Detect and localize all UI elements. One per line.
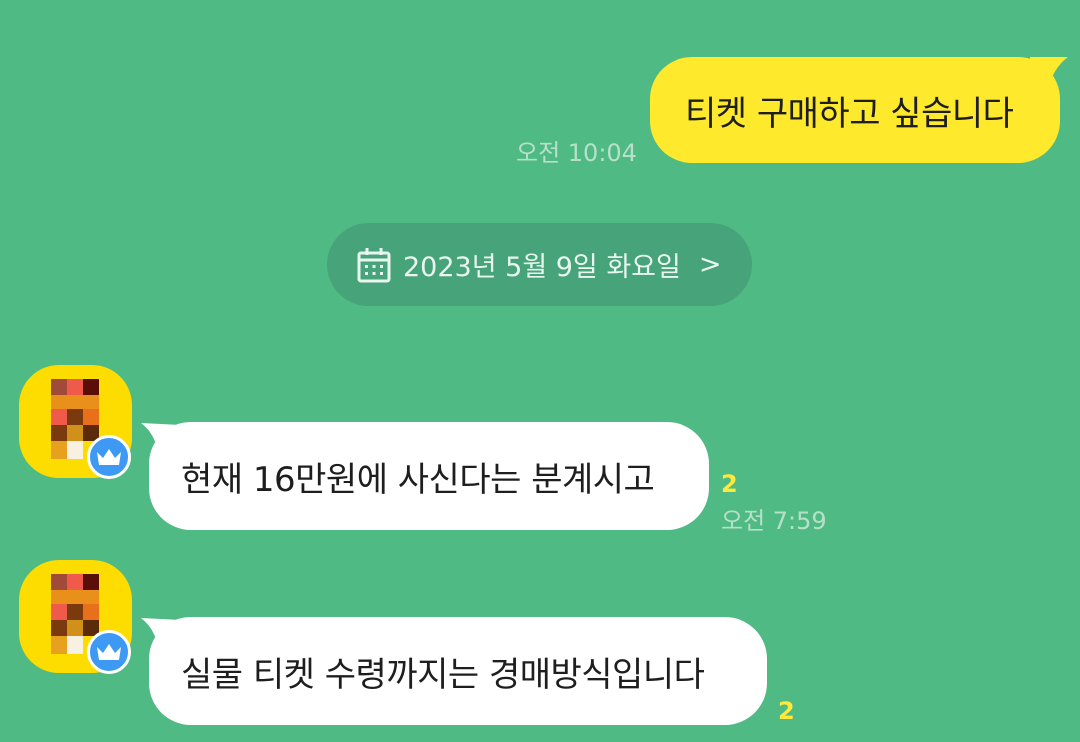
crown-icon — [97, 644, 121, 660]
chevron-right-icon: > — [698, 249, 722, 280]
sender-avatar[interactable] — [19, 365, 132, 479]
calendar-icon — [357, 247, 391, 282]
incoming-message-text: 실물 티켓 수령까지는 경매방식입니다 — [181, 654, 705, 695]
date-separator-label: 2023년 5월 9일 화요일 — [403, 252, 681, 283]
crown-badge — [87, 630, 131, 674]
unread-count: 2 — [721, 470, 738, 498]
outgoing-message-time: 오전 10:04 — [516, 139, 637, 167]
incoming-message-time: 오전 7:59 — [721, 507, 827, 535]
crown-badge — [87, 435, 131, 479]
incoming-message-bubble[interactable]: 실물 티켓 수령까지는 경매방식입니다 — [149, 617, 767, 725]
outgoing-message-text: 티켓 구매하고 싶습니다 — [685, 93, 1014, 134]
outgoing-message-bubble[interactable]: 티켓 구매하고 싶습니다 — [650, 57, 1060, 163]
crown-icon — [97, 449, 121, 465]
incoming-message-bubble[interactable]: 현재 16만원에 사신다는 분계시고 — [149, 422, 709, 530]
date-separator[interactable]: 2023년 5월 9일 화요일 > — [327, 223, 752, 306]
unread-count: 2 — [778, 697, 795, 725]
incoming-message-text: 현재 16만원에 사신다는 분계시고 — [181, 459, 655, 500]
sender-avatar[interactable] — [19, 560, 132, 674]
